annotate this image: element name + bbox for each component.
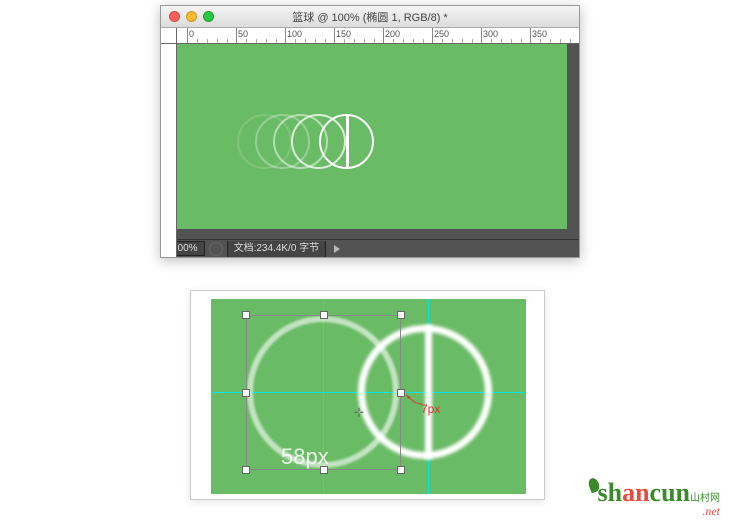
large-half-line (425, 325, 432, 459)
half-line (346, 114, 349, 169)
flyout-arrow-icon[interactable] (334, 245, 340, 253)
document-info[interactable]: 文档:234.4K/0 字节 (227, 241, 327, 257)
ruler-tick (383, 28, 384, 44)
ruler-tick (187, 28, 188, 44)
ruler-label: 50 (238, 29, 248, 39)
center-reference-icon: ⊹ (354, 405, 364, 419)
ruler-tick (285, 28, 286, 44)
transform-handle[interactable] (320, 311, 328, 319)
ruler-label: 150 (336, 29, 351, 39)
logo-text: sh (597, 478, 622, 507)
zoom-detail-panel: ⊹ 7px 58px (190, 290, 545, 500)
ruler-tick (481, 28, 482, 44)
transform-handle[interactable] (397, 389, 405, 397)
photoshop-window: 篮球 @ 100% (椭圆 1, RGB/8) * 0 50 100 150 200 25… (160, 5, 580, 258)
work-area: 0 50 100 150 200 250 300 350 100% 文档:234.4K/0 字… (161, 28, 579, 257)
ruler-label: 300 (483, 29, 498, 39)
status-icon[interactable] (209, 242, 223, 256)
zoom-canvas: ⊹ 7px 58px (211, 299, 526, 494)
ruler-label: 250 (434, 29, 449, 39)
transform-handle[interactable] (397, 311, 405, 319)
dimension-small: 7px (421, 402, 440, 416)
ruler-label: 100 (287, 29, 302, 39)
transform-handle[interactable] (242, 389, 250, 397)
ruler-tick (432, 28, 433, 44)
ruler-label: 0 (189, 29, 194, 39)
ruler-tick (236, 28, 237, 44)
titlebar[interactable]: 篮球 @ 100% (椭圆 1, RGB/8) * (161, 6, 579, 28)
logo-text: cun (650, 478, 690, 507)
canvas[interactable] (177, 44, 567, 229)
ruler-label: 350 (532, 29, 547, 39)
transform-handle[interactable] (242, 466, 250, 474)
canvas-viewport (177, 44, 579, 239)
dimension-large: 58px (281, 444, 329, 470)
ruler-tick (334, 28, 335, 44)
transform-handle[interactable] (242, 311, 250, 319)
watermark-logo: shancun山村网 .net (589, 478, 720, 519)
ruler-corner (161, 28, 177, 44)
ruler-vertical[interactable] (161, 44, 177, 257)
statusbar: 100% 文档:234.4K/0 字节 (161, 239, 579, 257)
ruler-horizontal[interactable]: 0 50 100 150 200 250 300 350 (177, 28, 579, 44)
minimize-icon[interactable] (186, 11, 197, 22)
transform-handle[interactable] (397, 466, 405, 474)
window-title: 篮球 @ 100% (椭圆 1, RGB/8) * (161, 9, 579, 25)
logo-cn: 山村网 (690, 493, 720, 504)
traffic-lights (169, 11, 214, 22)
logo-text: an (622, 478, 649, 507)
close-icon[interactable] (169, 11, 180, 22)
maximize-icon[interactable] (203, 11, 214, 22)
ruler-tick (530, 28, 531, 44)
ruler-label: 200 (385, 29, 400, 39)
